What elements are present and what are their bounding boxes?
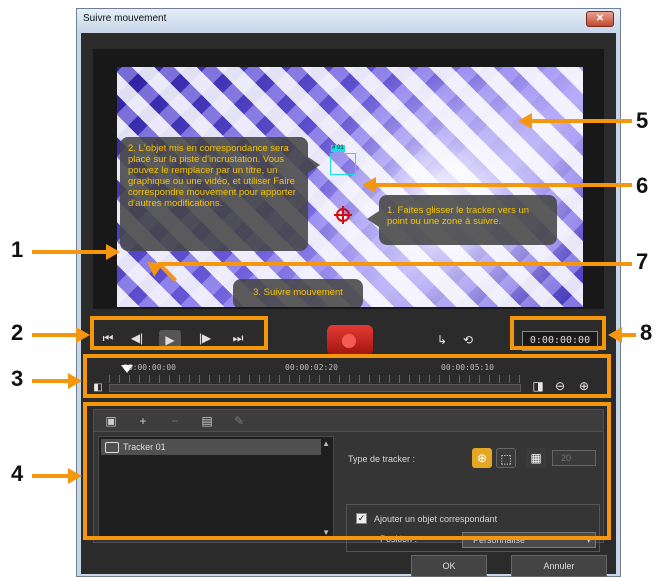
callout-arrow-1 [32,250,106,254]
callout-arrowhead-8 [608,327,622,343]
reset-history-icon[interactable]: ⟲ [459,331,477,349]
tracker-crosshair-icon[interactable] [334,206,352,224]
callout-number-6: 6 [636,173,649,198]
tracker-label: # 01 [331,145,345,152]
callout-arrowhead-1 [106,244,120,260]
callout-box-timecode [510,316,606,350]
tip-bubble-matched-object: 2. L'objet mis en correspondance sera pl… [120,137,320,251]
callout-arrowhead-2 [76,327,90,343]
tracker-path-icon[interactable]: ↳ [433,331,451,349]
preview-frame: 2. L'objet mis en correspondance sera pl… [93,49,604,309]
callout-arrow-5 [532,119,632,123]
callout-arrow-7 [158,262,632,266]
callout-box-panel [83,402,611,540]
callout-number-1: 1 [11,237,24,262]
callout-arrow-4 [32,474,68,478]
tip-bubble-drag-tracker: 1. Faites glisser le tracker vers un poi… [367,195,557,245]
tip-bubble-track-motion: 3. Suivre mouvement [233,279,363,307]
screenshot: Suivre mouvement ✕ 2. L'objet mis en cor… [0,0,663,577]
callout-arrowhead-6 [362,177,376,193]
callout-arrowhead-5 [518,113,532,129]
callout-arrow-2 [32,333,76,337]
callout-arrow-6 [376,183,632,187]
callout-arrow-8 [622,333,636,337]
preview-window[interactable]: 2. L'objet mis en correspondance sera pl… [117,67,583,307]
callout-box-timeline [83,354,611,398]
ok-button[interactable]: OK [411,555,487,577]
callout-number-7: 7 [636,249,649,274]
matched-object-box[interactable] [330,153,356,175]
track-motion-button[interactable] [327,325,373,355]
callout-arrow-3 [32,379,68,383]
callout-number-4: 4 [11,461,24,486]
callout-number-2: 2 [11,320,24,345]
callout-number-8: 8 [640,320,653,345]
callout-number-3: 3 [11,366,24,391]
callout-number-5: 5 [636,108,649,133]
callout-box-transport [90,316,268,350]
callout-arrowhead-3 [68,373,82,389]
cancel-button[interactable]: Annuler [511,555,607,577]
callout-arrowhead-4 [68,468,82,484]
close-button[interactable]: ✕ [586,11,614,27]
window-title: Suivre mouvement [83,13,167,24]
title-bar: Suivre mouvement ✕ [77,9,620,31]
